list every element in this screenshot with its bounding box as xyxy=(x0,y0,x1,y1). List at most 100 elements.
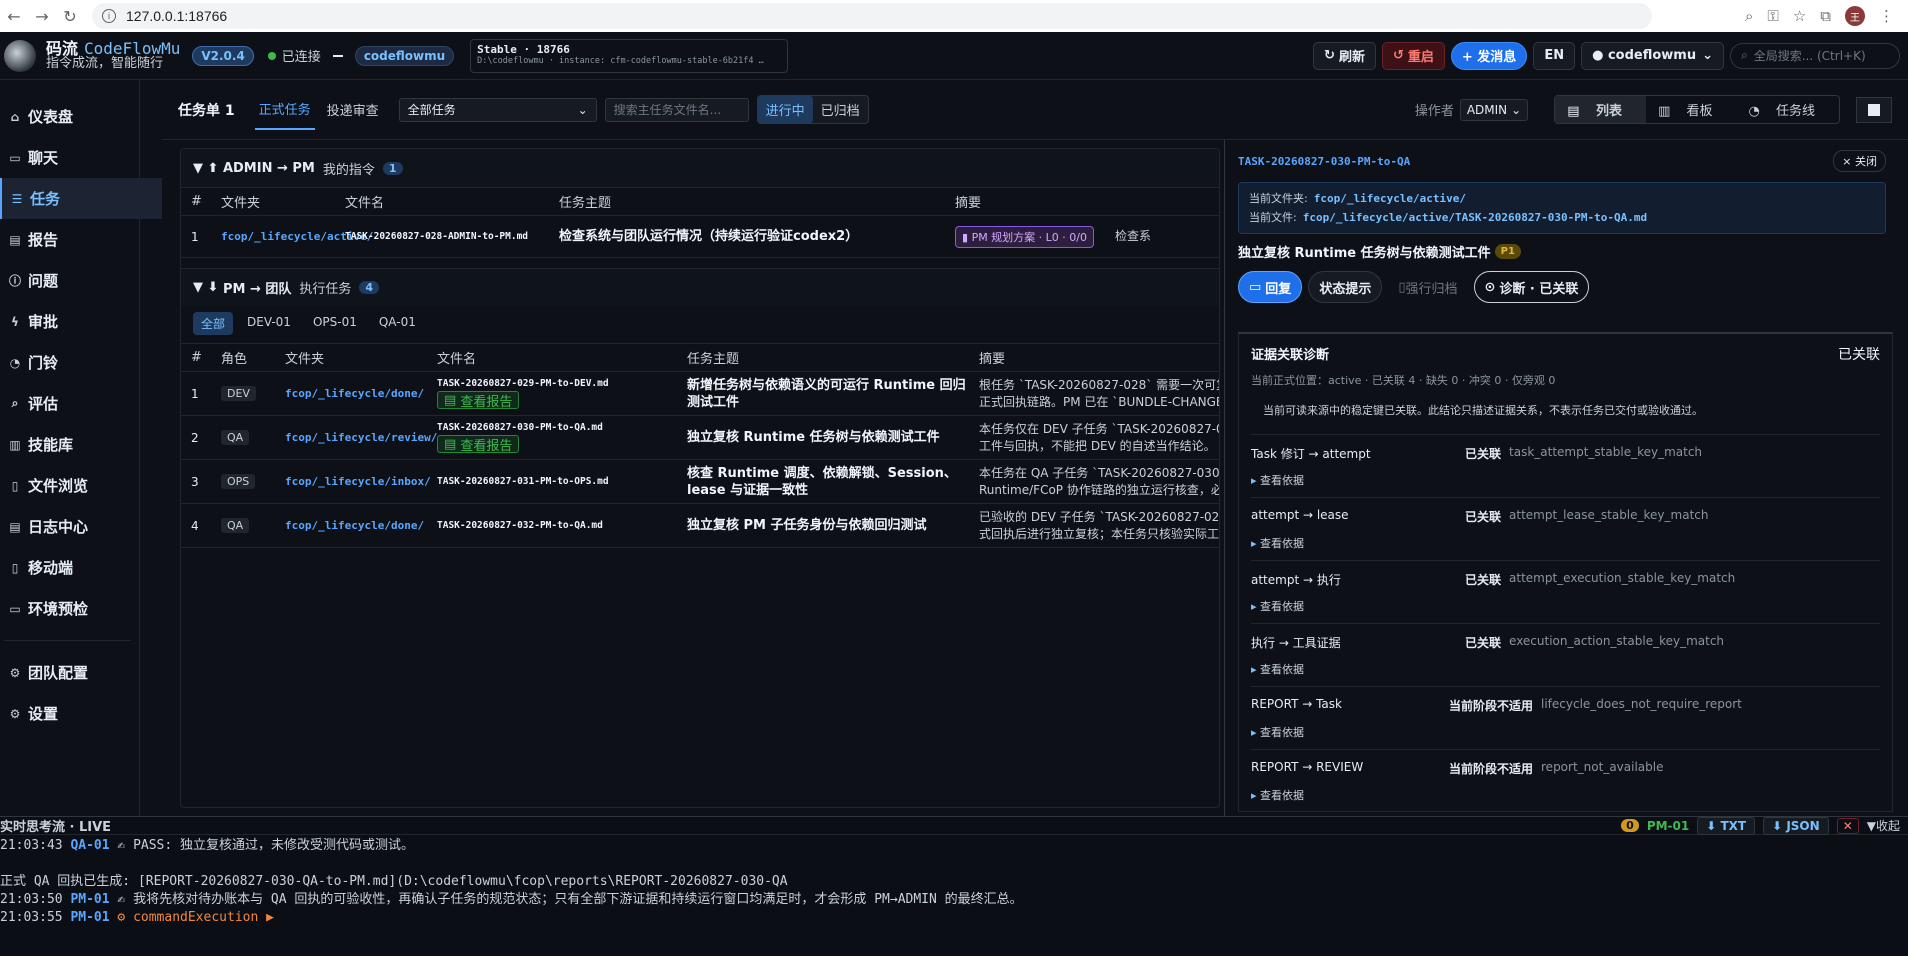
view-list-button[interactable]: ▤ 列表 xyxy=(1555,96,1647,123)
extensions-icon[interactable]: ⧉ xyxy=(1820,7,1831,25)
table-row[interactable]: 4 QA fcop/_lifecycle/done/TASK-20260827-03… xyxy=(181,503,1219,547)
back-icon[interactable]: ← xyxy=(0,2,28,30)
profile-avatar[interactable]: 王 xyxy=(1845,6,1865,26)
download-json-button[interactable]: ⬇ JSON xyxy=(1763,816,1829,835)
bell-icon: ◔ xyxy=(9,355,21,370)
close-button[interactable]: × 关闭 xyxy=(1833,150,1886,172)
restart-button[interactable]: ↺ 重启 xyxy=(1381,41,1445,70)
status-hint-button[interactable]: 状态提示 xyxy=(1308,271,1383,303)
zoom-icon[interactable]: ⌕ xyxy=(1745,7,1753,25)
sidebar-item-6[interactable]: ◔ 门铃 xyxy=(0,342,139,383)
stage-badge[interactable]: ▮ PM 规划方案 · L0 · 0/0 xyxy=(955,225,1094,248)
chip-all[interactable]: 全部 xyxy=(193,312,234,335)
view-evidence-toggle[interactable]: ▸ 查看依据 xyxy=(1251,661,1880,677)
forward-icon[interactable]: → xyxy=(28,2,56,30)
row-folder[interactable]: fcop/_lifecycle/done/ xyxy=(275,387,427,401)
view-evidence-toggle[interactable]: ▸ 查看依据 xyxy=(1251,598,1880,614)
segment-archived[interactable]: 已归档 xyxy=(813,96,868,123)
sidebar-item-3[interactable]: ▤ 报告 xyxy=(0,219,139,260)
view-report-button[interactable]: ▤ 查看报告 xyxy=(437,435,520,454)
group-header[interactable]: ▼ ⬆ ADMIN → PM 我的指令 1 xyxy=(181,149,1219,187)
key-icon[interactable]: ⚿ xyxy=(1767,7,1778,25)
tab-delivery-review[interactable]: 投递审查 xyxy=(323,90,383,129)
menu-icon[interactable]: ⋮ xyxy=(1879,7,1894,25)
task-filter-select[interactable]: 全部任务 ⌄ xyxy=(398,97,597,122)
col-index: # xyxy=(191,350,202,365)
force-archive-button[interactable]: ▯ 强行归档 xyxy=(1388,271,1467,303)
refresh-button[interactable]: ↻ 刷新 xyxy=(1313,41,1376,70)
view-timeline-button[interactable]: ◔ 任务线 xyxy=(1737,96,1840,123)
col-summary: 摘要 xyxy=(979,352,1006,367)
row-file[interactable]: TASK-20260827-028-ADMIN-to-PM.md xyxy=(335,231,549,242)
address-bar[interactable]: i 127.0.0.1:18766 xyxy=(92,3,1652,29)
reply-button[interactable]: ▭ 回复 xyxy=(1238,271,1303,303)
language-button[interactable]: EN xyxy=(1533,41,1576,70)
operator-select[interactable]: ADMIN ⌄ xyxy=(1459,98,1529,121)
view-report-button[interactable]: ▤ 查看报告 xyxy=(437,391,520,410)
sidebar-bottom-item-1[interactable]: ⚙ 设置 xyxy=(0,693,139,734)
row-file[interactable]: TASK-20260827-032-PM-to-QA.md xyxy=(437,520,677,531)
segment-active[interactable]: 进行中 xyxy=(757,96,813,123)
stop-button[interactable] xyxy=(1856,96,1892,123)
collapse-button[interactable]: ▼收起 xyxy=(1867,817,1900,834)
row-folder[interactable]: fcop/_lifecycle/inbox/ xyxy=(275,475,431,489)
sidebar-item-9[interactable]: ▯ 文件浏览 xyxy=(0,465,139,506)
sidebar-item-1[interactable]: ▭ 聊天 xyxy=(0,137,139,178)
col-file: 文件名 xyxy=(345,196,385,211)
document-icon: ▤ xyxy=(444,436,461,452)
chip-qa[interactable]: QA-01 xyxy=(371,312,424,335)
view-evidence-label: 查看依据 xyxy=(1260,600,1305,613)
sidebar-item-2[interactable]: ☰ 任务 xyxy=(0,178,162,219)
clear-icon[interactable]: ✕ xyxy=(1836,817,1859,834)
row-file[interactable]: TASK-20260827-031-PM-to-OPS.md xyxy=(437,476,677,487)
project-badge: codeflowmu xyxy=(354,45,455,66)
table-row[interactable]: 3 OPS fcop/_lifecycle/inbox/TASK-20260827-… xyxy=(181,459,1219,503)
view-board-button[interactable]: ▥ 看板 xyxy=(1646,96,1736,123)
row-folder[interactable]: fcop/_lifecycle/active/ xyxy=(211,230,373,244)
view-timeline-label: 任务线 xyxy=(1775,104,1815,119)
site-info-icon[interactable]: i xyxy=(102,9,116,23)
global-search-input[interactable]: ⌕ 全局搜索... (Ctrl+K) xyxy=(1730,42,1900,69)
view-evidence-toggle[interactable]: ▸ 查看依据 xyxy=(1251,535,1880,551)
link-name: Task 修订 → attempt xyxy=(1251,447,1371,461)
priority-badge: P1 xyxy=(1494,244,1521,259)
row-file[interactable]: TASK-20260827-030-PM-to-QA.md xyxy=(437,422,677,433)
sidebar-item-5[interactable]: ϟ 审批 xyxy=(0,301,139,342)
version-badge: V2.0.4 xyxy=(192,45,254,66)
stream-time: 21:03:43 xyxy=(0,838,63,853)
row-file[interactable]: TASK-20260827-029-PM-to-DEV.md xyxy=(437,378,677,389)
view-evidence-toggle[interactable]: ▸ 查看依据 xyxy=(1251,787,1880,803)
reload-icon[interactable]: ↻ xyxy=(56,2,84,30)
group-header[interactable]: ▼ ⬇ PM → 团队 执行任务 4 xyxy=(181,268,1219,306)
send-message-button[interactable]: + 发消息 xyxy=(1450,41,1528,70)
download-txt-button[interactable]: ⬇ TXT xyxy=(1697,816,1756,835)
diagnosis-button[interactable]: ⊙ 诊断 · 已关联 xyxy=(1473,271,1590,303)
sidebar-item-4[interactable]: ⓘ 问题 xyxy=(0,260,139,301)
project-select[interactable]: ● codeflowmu ⌄ xyxy=(1581,41,1724,70)
row-folder[interactable]: fcop/_lifecycle/done/ xyxy=(275,519,427,533)
sidebar-item-11[interactable]: ▯ 移动端 xyxy=(0,547,139,588)
sidebar-item-label: 设置 xyxy=(28,705,59,723)
sidebar-item-7[interactable]: ⌕ 评估 xyxy=(0,383,139,424)
row-topic: 检查系统与团队运行情况（持续运行验证codex2） xyxy=(559,229,859,244)
tab-formal-tasks[interactable]: 正式任务 xyxy=(254,89,315,130)
sidebar-item-12[interactable]: ▭ 环境预检 xyxy=(0,588,139,629)
row-folder[interactable]: fcop/_lifecycle/review/ xyxy=(275,431,437,445)
view-evidence-toggle[interactable]: ▸ 查看依据 xyxy=(1251,724,1880,740)
view-evidence-label: 查看依据 xyxy=(1260,789,1305,802)
task-search-input[interactable]: 搜索主任务文件名... xyxy=(604,97,749,122)
sidebar-bottom-item-0[interactable]: ⚙ 团队配置 xyxy=(0,652,139,693)
row-topic: 独立复核 PM 子任务身份与依赖回归测试 xyxy=(687,518,927,533)
sidebar-item-0[interactable]: ⌂ 仪表盘 xyxy=(0,96,139,137)
table-row[interactable]: 1 DEV fcop/_lifecycle/done/TASK-20260827-0… xyxy=(181,371,1219,415)
table-row[interactable]: 1 fcop/_lifecycle/active/ TASK-20260827-… xyxy=(181,215,1219,257)
panel-actions: ▭ 回复 状态提示 ▯ 强行归档 ⊙ 诊断 · 已关联 xyxy=(1238,271,1887,303)
table-row[interactable]: 2 QA fcop/_lifecycle/review/TASK-20260827-… xyxy=(181,415,1219,459)
mobile-icon: ▯ xyxy=(11,560,19,575)
chip-ops[interactable]: OPS-01 xyxy=(305,312,365,335)
star-icon[interactable]: ☆ xyxy=(1793,7,1806,25)
sidebar-item-8[interactable]: ▥ 技能库 xyxy=(0,424,139,465)
chip-dev[interactable]: DEV-01 xyxy=(239,312,299,335)
view-evidence-toggle[interactable]: ▸ 查看依据 xyxy=(1251,472,1880,488)
sidebar-item-10[interactable]: ▤ 日志中心 xyxy=(0,506,139,547)
